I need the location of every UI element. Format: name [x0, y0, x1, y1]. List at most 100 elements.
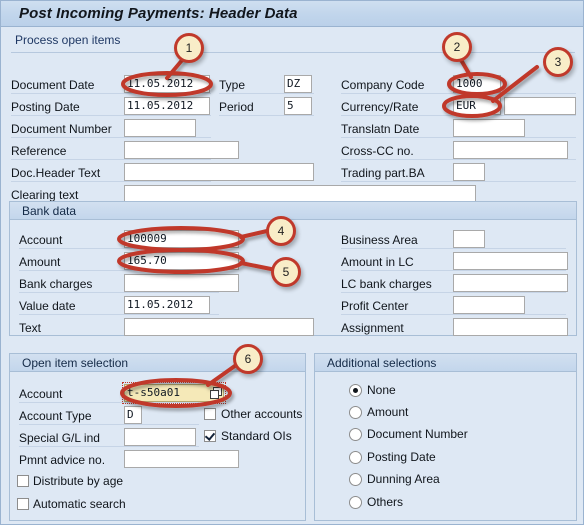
checkbox-distribute-by-age[interactable] [17, 475, 29, 487]
document-date-field[interactable]: 11.05.2012 [124, 75, 210, 93]
lc-bank-charges-label: LC bank charges [341, 277, 432, 291]
assignment-label: Assignment [341, 321, 404, 335]
amount-in-lc-field[interactable] [453, 252, 568, 270]
row-rule [19, 270, 219, 271]
radio-posting-date-label: Posting Date [367, 450, 436, 464]
bank-charges-field[interactable] [124, 274, 239, 292]
radio-document-number-label: Document Number [367, 427, 468, 441]
additional-selections-header: Additional selections [315, 354, 576, 372]
radio-none[interactable] [349, 384, 362, 397]
document-number-label: Document Number [11, 122, 112, 136]
bank-amount-label: Amount [19, 255, 61, 269]
checkbox-distribute-by-age-label: Distribute by age [33, 474, 124, 488]
row-rule [11, 137, 211, 138]
posting-date-field[interactable]: 11.05.2012 [124, 97, 210, 115]
radio-document-number[interactable] [349, 428, 362, 441]
type-field[interactable]: DZ [284, 75, 312, 93]
additional-selections-title: Additional selections [327, 356, 437, 370]
bank-amount-field[interactable]: 165.70 [124, 252, 239, 270]
row-rule [341, 115, 576, 116]
trading-part-ba-label: Trading part.BA [341, 166, 425, 180]
sap-screen: Post Incoming Payments: Header Data Proc… [0, 0, 584, 525]
period-label: Period [219, 100, 254, 114]
radio-dunning-area-label: Dunning Area [367, 472, 440, 486]
period-field[interactable]: 5 [284, 97, 312, 115]
subheader: Process open items [1, 28, 583, 52]
doc-header-text-field[interactable] [124, 163, 314, 181]
radio-others[interactable] [349, 496, 362, 509]
translatn-date-field[interactable] [453, 119, 525, 137]
lc-bank-charges-field[interactable] [453, 274, 568, 292]
pmnt-advice-no-field[interactable] [124, 450, 239, 468]
radio-amount-label: Amount [367, 405, 409, 419]
row-rule [11, 181, 211, 182]
radio-posting-date[interactable] [349, 451, 362, 464]
row-rule [219, 115, 314, 116]
profit-center-field[interactable] [453, 296, 525, 314]
posting-date-label: Posting Date [11, 100, 80, 114]
row-rule [341, 270, 566, 271]
callout-badge-3: 3 [543, 47, 573, 77]
row-rule [19, 248, 219, 249]
row-rule [341, 292, 566, 293]
reference-label: Reference [11, 144, 67, 158]
assignment-field[interactable] [453, 318, 568, 336]
special-gl-ind-field[interactable] [124, 428, 196, 446]
open-item-account-field[interactable]: t-s50a01 [124, 384, 224, 402]
checkbox-automatic-search[interactable] [17, 498, 29, 510]
header-divider [11, 52, 575, 53]
business-area-label: Business Area [341, 233, 418, 247]
value-date-field[interactable]: 11.05.2012 [124, 296, 210, 314]
company-code-field[interactable]: 1000 [453, 75, 501, 93]
row-rule [341, 159, 576, 160]
window-title-bar: Post Incoming Payments: Header Data [1, 1, 583, 27]
value-date-label: Value date [19, 299, 76, 313]
trading-part-ba-field[interactable] [453, 163, 485, 181]
bank-account-label: Account [19, 233, 63, 247]
doc-header-text-label: Doc.Header Text [11, 166, 101, 180]
oi-account-label: Account [19, 387, 63, 401]
currency-rate-field[interactable]: EUR [453, 97, 501, 115]
radio-dunning-area[interactable] [349, 473, 362, 486]
amount-in-lc-label: Amount in LC [341, 255, 414, 269]
checkbox-standard-ois[interactable] [204, 430, 216, 442]
page-title: Post Incoming Payments: Header Data [19, 5, 298, 22]
bank-data-panel-header: Bank data [10, 202, 576, 220]
bank-charges-label: Bank charges [19, 277, 93, 291]
checkbox-automatic-search-label: Automatic search [33, 497, 126, 511]
open-item-selection-title: Open item selection [22, 356, 129, 370]
type-label: Type [219, 78, 246, 92]
radio-others-label: Others [367, 495, 404, 509]
bank-data-title: Bank data [22, 204, 77, 218]
value-help-icon[interactable] [210, 387, 223, 400]
row-rule [341, 248, 566, 249]
callout-badge-2: 2 [442, 32, 472, 62]
cross-cc-no-field[interactable] [453, 141, 568, 159]
row-rule [19, 292, 219, 293]
document-number-field[interactable] [124, 119, 196, 137]
checkbox-standard-ois-label: Standard OIs [221, 429, 292, 443]
cross-cc-no-label: Cross-CC no. [341, 144, 414, 158]
row-rule [341, 137, 576, 138]
business-area-field[interactable] [453, 230, 485, 248]
row-rule [341, 314, 566, 315]
company-code-label: Company Code [341, 78, 425, 92]
bank-text-field[interactable] [124, 318, 314, 336]
radio-amount[interactable] [349, 406, 362, 419]
bank-account-field[interactable]: 100009 [124, 230, 239, 248]
checkbox-other-accounts-label: Other accounts [221, 407, 303, 421]
checkbox-other-accounts[interactable] [204, 408, 216, 420]
currency-rate-label: Currency/Rate [341, 100, 419, 114]
row-rule [19, 314, 219, 315]
oi-special-gl-label: Special G/L ind [19, 431, 100, 445]
row-rule [11, 159, 211, 160]
exchange-rate-field[interactable] [504, 97, 576, 115]
reference-field[interactable] [124, 141, 239, 159]
oi-account-type-label: Account Type [19, 409, 92, 423]
row-rule [11, 93, 211, 94]
row-rule [11, 115, 211, 116]
document-date-label: Document Date [11, 78, 95, 92]
row-rule [219, 93, 314, 94]
open-item-account-type-field[interactable]: D [124, 406, 142, 424]
callout-badge-5: 5 [271, 257, 301, 287]
